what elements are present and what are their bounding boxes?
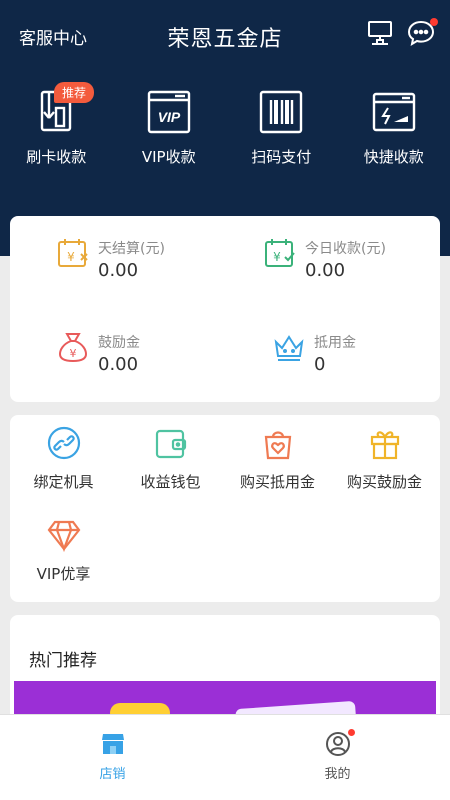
stat-label: 鼓励金 xyxy=(98,335,140,351)
stat-voucher-fund[interactable]: 抵用金 0 xyxy=(272,330,450,380)
diamond-icon xyxy=(47,520,80,553)
tool-label: 购买抵用金 xyxy=(239,473,315,491)
tool-label: 绑定机具 xyxy=(33,473,94,491)
message-icon[interactable] xyxy=(406,18,438,48)
tab-bar: 店销 我的 xyxy=(0,714,450,800)
recommend-badge: 推荐 xyxy=(54,82,95,103)
quick-action-scan[interactable]: 扫码支付 xyxy=(225,88,338,167)
tools-card: 绑定机具 收益钱包 购买抵用金 购买鼓励金 VIP优享 xyxy=(10,415,440,602)
stat-value: 0.00 xyxy=(98,260,139,281)
quick-action-label: VIP收款 xyxy=(141,148,196,166)
vip-card-icon: VIP xyxy=(147,90,190,134)
stat-value: 0.00 xyxy=(305,260,346,281)
quick-actions: 推荐 刷卡收款 VIP VIP收款 扫码支付 快捷收款 xyxy=(0,82,450,167)
svg-text:VIP: VIP xyxy=(157,109,180,125)
link-icon xyxy=(47,426,80,460)
tool-label: 收益钱包 xyxy=(140,473,201,491)
stat-value: 0 xyxy=(314,354,326,375)
stat-daily-settlement[interactable]: ¥ 天结算(元) 0.00 xyxy=(56,236,256,286)
stat-label: 抵用金 xyxy=(314,335,356,351)
store-icon xyxy=(101,734,124,754)
tool-bind-device[interactable]: 绑定机具 xyxy=(10,425,117,492)
svg-text:¥: ¥ xyxy=(273,250,281,264)
section-title: 热门推荐 xyxy=(29,651,97,671)
calendar-check-icon: ¥ xyxy=(265,239,295,267)
stat-label: 天结算(元) xyxy=(98,241,165,257)
hot-recommend-card: 热门推荐 xyxy=(10,615,440,725)
tool-earnings-wallet[interactable]: 收益钱包 xyxy=(117,425,224,492)
crown-icon xyxy=(274,335,304,361)
svg-text:¥: ¥ xyxy=(70,347,77,360)
quick-pay-icon xyxy=(372,92,415,132)
quick-action-label: 刷卡收款 xyxy=(26,148,87,166)
tool-label: VIP优享 xyxy=(36,565,91,583)
tab-label: 店销 xyxy=(99,767,126,782)
quick-action-quick-pay[interactable]: 快捷收款 xyxy=(338,88,450,167)
stat-incentive-fund[interactable]: ¥ 鼓励金 0.00 xyxy=(56,330,256,380)
computer-terminal-icon[interactable] xyxy=(366,18,396,48)
tab-store[interactable]: 店销 xyxy=(0,715,225,800)
gift-icon xyxy=(370,431,399,460)
notification-dot xyxy=(430,18,438,26)
tab-mine[interactable]: 我的 xyxy=(225,715,450,800)
svg-text:¥: ¥ xyxy=(67,250,75,264)
tool-vip-benefits[interactable]: VIP优享 xyxy=(10,517,117,584)
notification-dot xyxy=(348,729,355,736)
calendar-yuan-icon: ¥ xyxy=(58,239,88,267)
stat-label: 今日收款(元) xyxy=(305,241,386,257)
tab-label: 我的 xyxy=(324,767,351,782)
quick-action-label: 快捷收款 xyxy=(363,148,424,166)
top-bar: 客服中心 荣恩五金店 xyxy=(0,0,450,70)
stats-card: ¥ 天结算(元) 0.00 ¥ 今日收款(元) 0.00 ¥ 鼓励金 0.00 … xyxy=(10,216,440,402)
stat-today-receipts[interactable]: ¥ 今日收款(元) 0.00 xyxy=(263,236,450,286)
user-icon xyxy=(325,732,350,756)
quick-action-card-swipe[interactable]: 推荐 刷卡收款 xyxy=(0,82,113,167)
stat-value: 0.00 xyxy=(98,354,139,375)
tool-buy-incentive[interactable]: 购买鼓励金 xyxy=(331,425,438,492)
money-bag-icon: ¥ xyxy=(58,333,88,363)
wallet-icon xyxy=(155,429,186,459)
quick-action-vip[interactable]: VIP VIP收款 xyxy=(113,88,226,167)
barcode-scan-icon xyxy=(260,90,303,134)
tool-label: 购买鼓励金 xyxy=(346,473,422,491)
shopping-bag-heart-icon xyxy=(264,431,291,460)
tool-buy-voucher[interactable]: 购买抵用金 xyxy=(224,425,331,492)
quick-action-label: 扫码支付 xyxy=(251,148,312,166)
